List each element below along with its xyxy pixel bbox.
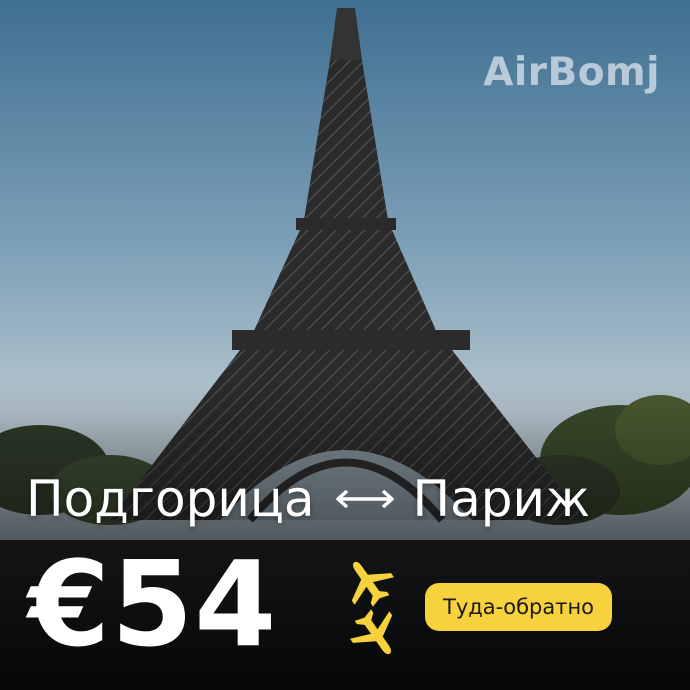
origin-city: Подгорица	[26, 470, 315, 528]
airplane-icon	[350, 609, 393, 655]
price: €54	[28, 535, 278, 673]
destination-city: Париж	[412, 470, 591, 528]
bidirectional-arrow-icon	[333, 487, 397, 511]
brand-logo: AirBomj	[483, 50, 660, 95]
airplane-icon	[351, 561, 394, 607]
promo-card: AirBomj Подгорица Париж €54 Туда-обратно	[0, 0, 690, 690]
trip-type-badge: Туда-обратно	[425, 583, 613, 631]
route: Подгорица Париж	[26, 470, 590, 528]
round-trip-planes	[338, 556, 408, 666]
